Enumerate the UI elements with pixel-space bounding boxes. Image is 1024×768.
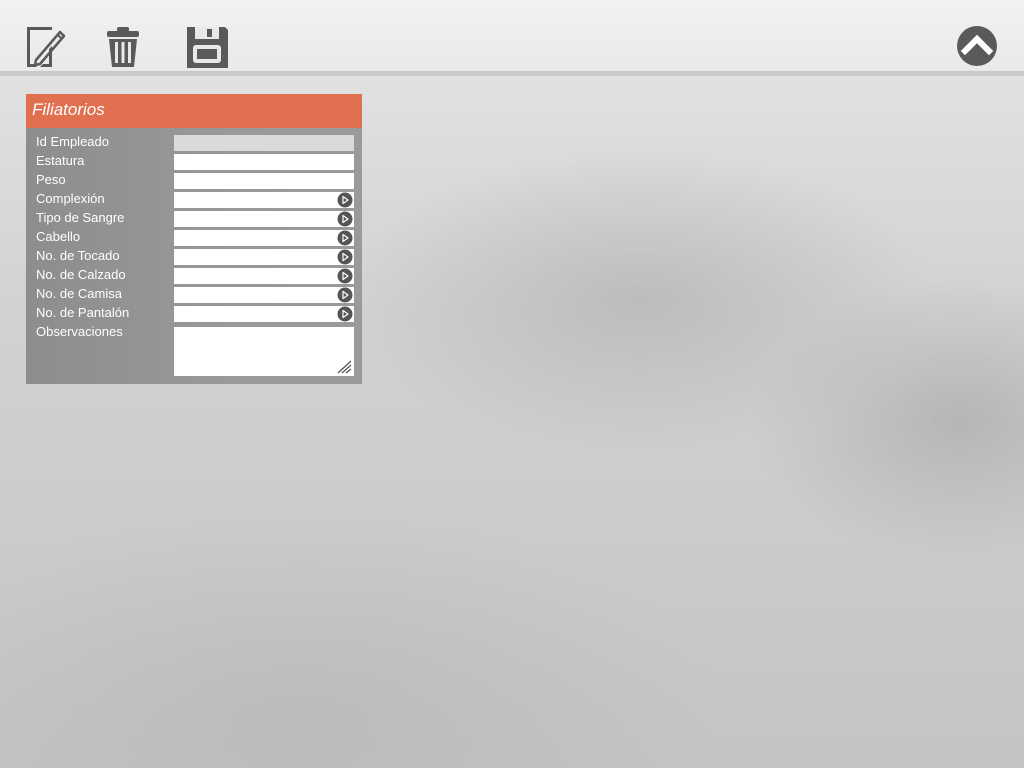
complexion-select[interactable]	[174, 192, 354, 208]
estatura-field[interactable]	[174, 154, 354, 170]
field-label: Complexión	[36, 191, 105, 206]
id-empleado-field	[174, 135, 354, 151]
field-row-tocado: No. de Tocado	[26, 248, 362, 267]
dropdown-arrow-icon	[337, 287, 353, 303]
dropdown-arrow-icon	[337, 192, 353, 208]
resize-grip-icon[interactable]	[336, 360, 352, 374]
cabello-dropdown-button[interactable]	[337, 230, 353, 246]
field-label: Tipo de Sangre	[36, 210, 125, 225]
tipo-sangre-dropdown-button[interactable]	[337, 211, 353, 227]
save-icon	[187, 27, 228, 68]
field-label: Id Empleado	[36, 134, 109, 149]
dropdown-arrow-icon	[337, 211, 353, 227]
field-label: Peso	[36, 172, 66, 187]
pantalon-select[interactable]	[174, 306, 354, 322]
toolbar-divider	[0, 71, 1024, 76]
field-row-calzado: No. de Calzado	[26, 267, 362, 286]
field-row-camisa: No. de Camisa	[26, 286, 362, 305]
panel-title: Filiatorios	[32, 100, 105, 119]
tipo-sangre-select[interactable]	[174, 211, 354, 227]
field-label: Cabello	[36, 229, 81, 244]
pantalon-dropdown-button[interactable]	[337, 306, 353, 322]
trash-icon	[107, 27, 139, 67]
toolbar	[0, 0, 1024, 72]
field-row-id-empleado: Id Empleado	[26, 134, 362, 153]
calzado-dropdown-button[interactable]	[337, 268, 353, 284]
dropdown-arrow-icon	[337, 306, 353, 322]
camisa-select[interactable]	[174, 287, 354, 303]
field-row-tipo-sangre: Tipo de Sangre	[26, 210, 362, 229]
calzado-select[interactable]	[174, 268, 354, 284]
delete-button[interactable]	[100, 24, 146, 70]
field-label: No. de Pantalón	[36, 305, 130, 320]
cabello-select[interactable]	[174, 230, 354, 246]
peso-field[interactable]	[174, 173, 354, 189]
camisa-dropdown-button[interactable]	[337, 287, 353, 303]
tocado-select[interactable]	[174, 249, 354, 265]
field-label: Observaciones	[36, 324, 123, 339]
panel-header: Filiatorios	[26, 94, 362, 128]
new-button[interactable]	[22, 24, 68, 70]
field-label: No. de Tocado	[36, 248, 120, 263]
scroll-up-button[interactable]	[955, 24, 1001, 70]
filiatorios-panel: Filiatorios Id Empleado Estatura Peso Co…	[26, 94, 362, 384]
field-row-complexion: Complexión	[26, 191, 362, 210]
chevron-up-icon	[957, 26, 997, 66]
field-label: No. de Calzado	[36, 267, 126, 282]
field-label: Estatura	[36, 153, 85, 168]
field-row-peso: Peso	[26, 172, 362, 191]
field-row-cabello: Cabello	[26, 229, 362, 248]
tocado-dropdown-button[interactable]	[337, 249, 353, 265]
dropdown-arrow-icon	[337, 249, 353, 265]
field-row-estatura: Estatura	[26, 153, 362, 172]
complexion-dropdown-button[interactable]	[337, 192, 353, 208]
field-label: No. de Camisa	[36, 286, 122, 301]
dropdown-arrow-icon	[337, 268, 353, 284]
observaciones-textarea[interactable]	[174, 327, 354, 376]
save-button[interactable]	[184, 24, 230, 70]
dropdown-arrow-icon	[337, 230, 353, 246]
new-document-icon	[27, 27, 66, 67]
field-row-pantalon: No. de Pantalón	[26, 305, 362, 324]
